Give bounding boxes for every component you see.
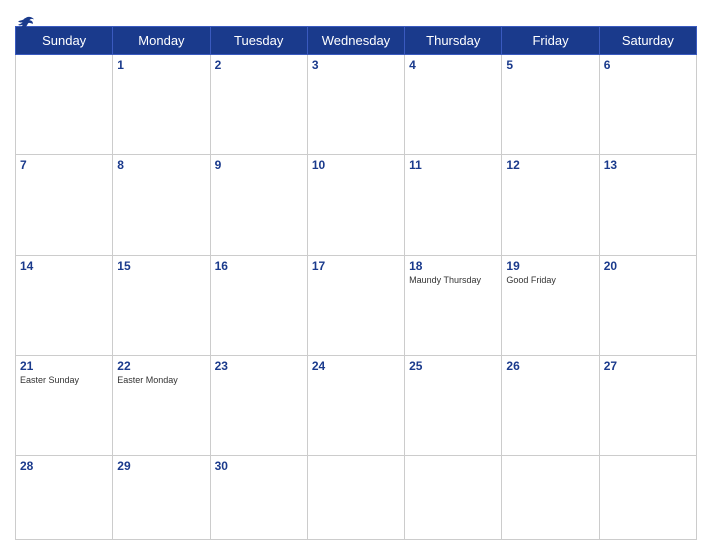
day-number: 5 bbox=[506, 58, 594, 72]
calendar-week-row: 123456 bbox=[16, 55, 697, 155]
day-number: 7 bbox=[20, 158, 108, 172]
calendar-cell: 17 bbox=[307, 255, 404, 355]
weekday-header-row: SundayMondayTuesdayWednesdayThursdayFrid… bbox=[16, 27, 697, 55]
day-number: 16 bbox=[215, 259, 303, 273]
day-number: 2 bbox=[215, 58, 303, 72]
day-number: 29 bbox=[117, 459, 205, 473]
weekday-header-wednesday: Wednesday bbox=[307, 27, 404, 55]
calendar-cell: 23 bbox=[210, 356, 307, 456]
day-number: 9 bbox=[215, 158, 303, 172]
day-number: 26 bbox=[506, 359, 594, 373]
day-number: 8 bbox=[117, 158, 205, 172]
calendar-cell: 20 bbox=[599, 255, 696, 355]
day-number: 3 bbox=[312, 58, 400, 72]
calendar-cell bbox=[16, 55, 113, 155]
calendar-cell: 1 bbox=[113, 55, 210, 155]
day-number: 18 bbox=[409, 259, 497, 273]
calendar-cell: 29 bbox=[113, 456, 210, 540]
calendar-cell bbox=[502, 456, 599, 540]
holiday-name: Easter Monday bbox=[117, 375, 205, 386]
day-number: 21 bbox=[20, 359, 108, 373]
day-number: 19 bbox=[506, 259, 594, 273]
day-number: 6 bbox=[604, 58, 692, 72]
calendar-cell: 21 Easter Sunday bbox=[16, 356, 113, 456]
day-number: 11 bbox=[409, 158, 497, 172]
calendar-cell: 16 bbox=[210, 255, 307, 355]
calendar-cell: 3 bbox=[307, 55, 404, 155]
calendar-cell: 18 Maundy Thursday bbox=[405, 255, 502, 355]
calendar-cell: 30 bbox=[210, 456, 307, 540]
calendar-week-row: 789 10 11 12 13 bbox=[16, 155, 697, 255]
day-number: 23 bbox=[215, 359, 303, 373]
calendar-cell bbox=[599, 456, 696, 540]
calendar-week-row: 28 29 30 bbox=[16, 456, 697, 540]
calendar-page: SundayMondayTuesdayWednesdayThursdayFrid… bbox=[0, 0, 712, 550]
calendar-cell: 11 bbox=[405, 155, 502, 255]
day-number: 1 bbox=[117, 58, 205, 72]
calendar-cell: 5 bbox=[502, 55, 599, 155]
day-number: 20 bbox=[604, 259, 692, 273]
day-number: 27 bbox=[604, 359, 692, 373]
weekday-header-thursday: Thursday bbox=[405, 27, 502, 55]
calendar-cell: 25 bbox=[405, 356, 502, 456]
day-number: 25 bbox=[409, 359, 497, 373]
calendar-cell: 2 bbox=[210, 55, 307, 155]
weekday-header-sunday: Sunday bbox=[16, 27, 113, 55]
day-number: 22 bbox=[117, 359, 205, 373]
day-number: 28 bbox=[20, 459, 108, 473]
calendar-week-row: 21 Easter Sunday 22 Easter Monday 23 24 25 26 27 bbox=[16, 356, 697, 456]
calendar-cell bbox=[405, 456, 502, 540]
weekday-header-tuesday: Tuesday bbox=[210, 27, 307, 55]
calendar-cell: 8 bbox=[113, 155, 210, 255]
calendar-cell: 27 bbox=[599, 356, 696, 456]
weekday-header-saturday: Saturday bbox=[599, 27, 696, 55]
weekday-header-monday: Monday bbox=[113, 27, 210, 55]
day-number: 12 bbox=[506, 158, 594, 172]
calendar-cell: 24 bbox=[307, 356, 404, 456]
day-number: 24 bbox=[312, 359, 400, 373]
calendar-cell: 6 bbox=[599, 55, 696, 155]
calendar-cell: 9 bbox=[210, 155, 307, 255]
logo-bird-icon bbox=[17, 16, 35, 30]
day-number: 30 bbox=[215, 459, 303, 473]
calendar-cell: 7 bbox=[16, 155, 113, 255]
calendar-cell: 12 bbox=[502, 155, 599, 255]
calendar-cell: 14 bbox=[16, 255, 113, 355]
calendar-cell: 10 bbox=[307, 155, 404, 255]
calendar-cell: 19 Good Friday bbox=[502, 255, 599, 355]
calendar-week-row: 14 15 16 17 18 Maundy Thursday 19 Good Friday 20 bbox=[16, 255, 697, 355]
calendar-cell: 13 bbox=[599, 155, 696, 255]
day-number: 15 bbox=[117, 259, 205, 273]
weekday-header-friday: Friday bbox=[502, 27, 599, 55]
calendar-table: SundayMondayTuesdayWednesdayThursdayFrid… bbox=[15, 26, 697, 540]
calendar-cell: 22 Easter Monday bbox=[113, 356, 210, 456]
calendar-cell bbox=[307, 456, 404, 540]
calendar-cell: 28 bbox=[16, 456, 113, 540]
day-number: 17 bbox=[312, 259, 400, 273]
day-number: 10 bbox=[312, 158, 400, 172]
day-number: 14 bbox=[20, 259, 108, 273]
day-number: 4 bbox=[409, 58, 497, 72]
calendar-cell: 4 bbox=[405, 55, 502, 155]
calendar-header bbox=[15, 10, 697, 18]
day-number: 13 bbox=[604, 158, 692, 172]
holiday-name: Easter Sunday bbox=[20, 375, 108, 386]
calendar-cell: 15 bbox=[113, 255, 210, 355]
calendar-cell: 26 bbox=[502, 356, 599, 456]
holiday-name: Good Friday bbox=[506, 275, 594, 286]
holiday-name: Maundy Thursday bbox=[409, 275, 497, 286]
